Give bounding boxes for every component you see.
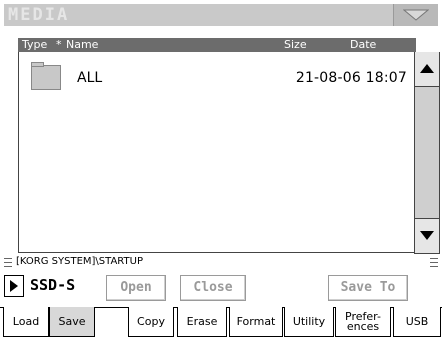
- grip-icon: [430, 258, 438, 267]
- tab-usb[interactable]: USB: [393, 307, 441, 337]
- path-bar: [KORG SYSTEM]\STARTUP: [4, 255, 438, 269]
- arrow-up-icon: [420, 64, 434, 73]
- column-header: Type * Name Size Date: [18, 38, 416, 52]
- scrollbar[interactable]: [414, 52, 440, 254]
- column-type[interactable]: Type: [22, 38, 47, 52]
- device-label: SSD-S: [30, 276, 76, 294]
- tab-load[interactable]: Load: [3, 307, 49, 337]
- tab-utility-label: Utility: [292, 314, 326, 328]
- tab-save[interactable]: Save: [49, 307, 95, 337]
- tab-erase-label: Erase: [186, 314, 218, 328]
- page-menu-button[interactable]: [393, 4, 438, 26]
- column-name[interactable]: Name: [66, 38, 98, 52]
- scroll-up-button[interactable]: [415, 52, 439, 87]
- save-to-button[interactable]: Save To: [328, 275, 408, 301]
- menu-triangle-icon: [403, 9, 429, 21]
- folder-icon: [31, 62, 61, 90]
- tab-load-label: Load: [12, 314, 40, 328]
- window-title: MEDIA: [8, 5, 70, 25]
- tab-save-label: Save: [58, 314, 86, 328]
- arrow-down-icon: [420, 231, 434, 240]
- tab-utility[interactable]: Utility: [284, 307, 334, 337]
- tab-preferences-label: Prefer-ences: [345, 309, 381, 333]
- file-list: ALL 21-08-06 18:07: [18, 52, 416, 253]
- open-button[interactable]: Open: [106, 275, 166, 301]
- device-selector[interactable]: SSD-S: [4, 273, 96, 299]
- scroll-track[interactable]: [415, 87, 439, 218]
- media-screen: MEDIA Type * Name Size Date ALL 21-08-06…: [0, 0, 442, 340]
- column-date[interactable]: Date: [350, 38, 376, 52]
- scroll-down-button[interactable]: [415, 218, 439, 253]
- tab-preferences[interactable]: Prefer-ences: [335, 307, 391, 337]
- grip-icon: [4, 258, 12, 267]
- current-path: [KORG SYSTEM]\STARTUP: [16, 256, 143, 267]
- play-arrow-icon: [10, 280, 18, 292]
- file-date: 21-08-06 18:07: [295, 70, 407, 86]
- column-size[interactable]: Size: [284, 38, 307, 52]
- tab-copy[interactable]: Copy: [128, 307, 174, 337]
- tab-bar: Load Save Copy Erase Format Utility Pref…: [0, 307, 442, 340]
- list-item[interactable]: ALL 21-08-06 18:07: [19, 60, 415, 96]
- tab-format-label: Format: [236, 314, 276, 328]
- tab-usb-label: USB: [405, 314, 429, 328]
- tab-copy-label: Copy: [137, 314, 165, 328]
- file-name: ALL: [77, 70, 103, 86]
- device-arrow-button[interactable]: [4, 275, 24, 297]
- sort-marker: *: [56, 38, 62, 51]
- title-bar: MEDIA: [4, 4, 438, 26]
- tab-format[interactable]: Format: [229, 307, 283, 337]
- close-button[interactable]: Close: [180, 275, 246, 301]
- tab-erase[interactable]: Erase: [177, 307, 227, 337]
